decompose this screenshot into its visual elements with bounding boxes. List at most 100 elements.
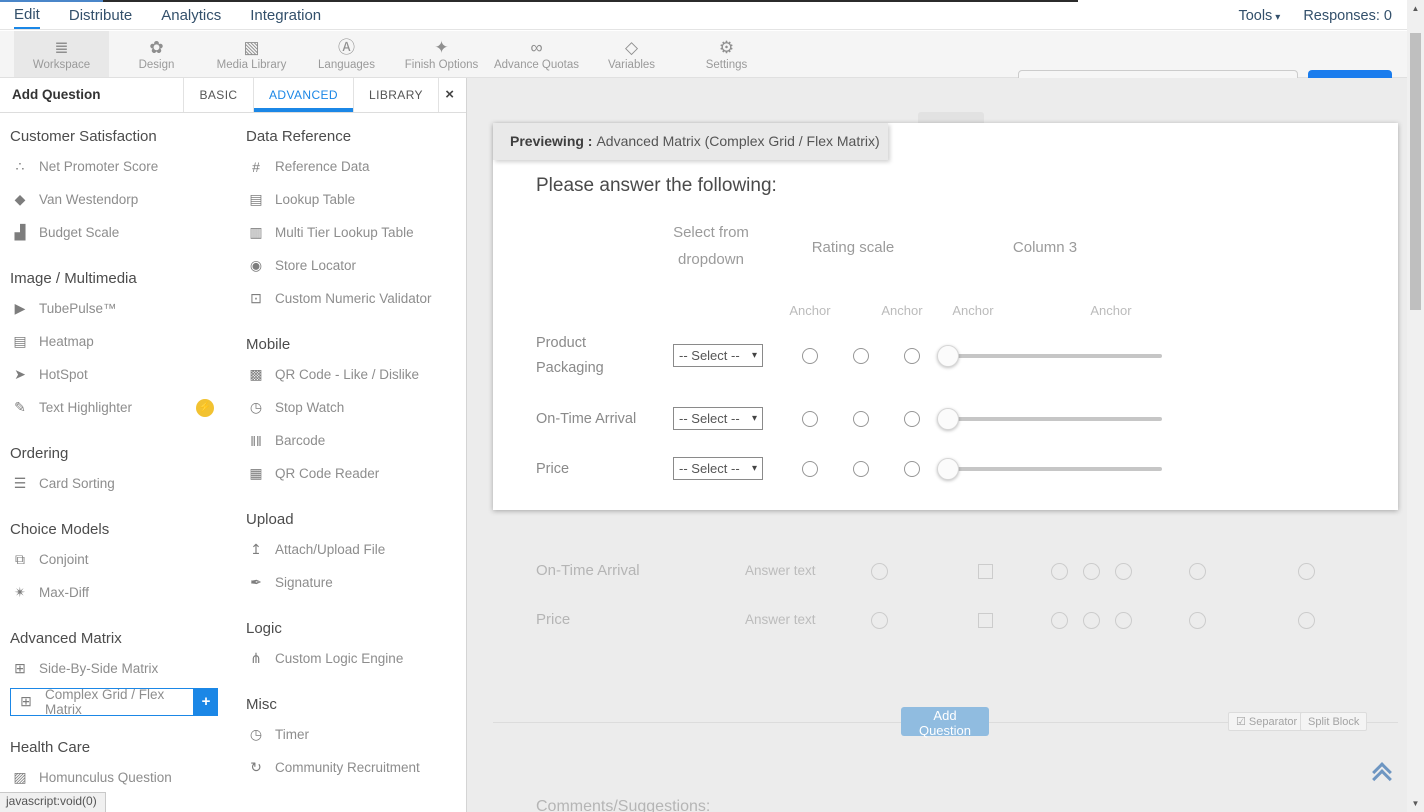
- section-heading: Choice Models: [10, 521, 238, 538]
- select-dropdown[interactable]: -- Select --▾: [673, 407, 763, 430]
- question-type-signature[interactable]: ✒Signature: [246, 574, 461, 591]
- scrollbar-up-arrow-icon[interactable]: ▲: [1407, 0, 1424, 17]
- nav-item-edit[interactable]: Edit: [14, 2, 40, 29]
- section-logic: Logic⋔Custom Logic Engine: [246, 620, 461, 675]
- select-dropdown[interactable]: -- Select --▾: [673, 344, 763, 367]
- nav-item-analytics[interactable]: Analytics: [161, 2, 221, 29]
- nav-item-integration[interactable]: Integration: [250, 2, 321, 29]
- question-type-multi-tier-lookup-table[interactable]: ▥Multi Tier Lookup Table: [246, 224, 461, 241]
- question-type-label: Complex Grid / Flex Matrix: [45, 687, 188, 717]
- radio-button[interactable]: [853, 411, 869, 427]
- panel-header: Add Question BASICADVANCEDLIBRARY ×: [0, 78, 466, 113]
- question-type-community-recruitment[interactable]: ↻Community Recruitment: [246, 759, 461, 776]
- question-type-max-diff[interactable]: ✴Max-Diff: [10, 584, 238, 601]
- add-question-type-button[interactable]: +: [194, 688, 218, 716]
- scrollbar-thumb[interactable]: [1410, 33, 1421, 310]
- toolbar-design-button[interactable]: ✿Design: [109, 31, 204, 77]
- slider-handle[interactable]: [937, 458, 959, 480]
- radio-button[interactable]: [802, 411, 818, 427]
- question-type-label: Side-By-Side Matrix: [39, 661, 158, 676]
- question-type-heatmap[interactable]: ▤Heatmap: [10, 333, 238, 350]
- radio-button[interactable]: [853, 461, 869, 477]
- slider-handle[interactable]: [937, 345, 959, 367]
- scrollbar-down-arrow-icon[interactable]: ▼: [1407, 795, 1424, 812]
- question-type-homunculus-question[interactable]: ▨Homunculus Question: [10, 769, 238, 786]
- previewing-value: Advanced Matrix (Complex Grid / Flex Mat…: [596, 133, 879, 149]
- separator-label: Separator: [1249, 716, 1297, 728]
- separator-toggle-button[interactable]: ☑ Separator: [1228, 712, 1305, 731]
- question-type-store-locator[interactable]: ◉Store Locator: [246, 257, 461, 274]
- tab-basic[interactable]: BASIC: [183, 78, 253, 112]
- responses-count[interactable]: Responses: 0: [1303, 8, 1392, 24]
- select-dropdown[interactable]: -- Select --▾: [673, 457, 763, 480]
- question-type-card-sorting[interactable]: ☰Card Sorting: [10, 475, 238, 492]
- nps-icon: ∴: [10, 158, 30, 175]
- vertical-scrollbar[interactable]: ▲ ▼: [1407, 0, 1424, 812]
- section-heading: Ordering: [10, 445, 238, 462]
- toolbar-advance-quotas-button[interactable]: ∞Advance Quotas: [489, 31, 584, 77]
- question-type-conjoint[interactable]: ⧉Conjoint: [10, 551, 238, 568]
- toolbar-settings-button[interactable]: ⚙Settings: [679, 31, 774, 77]
- anchor-label: Anchor: [775, 303, 845, 318]
- section-mobile: Mobile▩QR Code - Like / Dislike◷Stop Wat…: [246, 336, 461, 490]
- toolbar-workspace-button[interactable]: ≣Workspace: [14, 31, 109, 77]
- question-type-attach-upload-file[interactable]: ↥Attach/Upload File: [246, 541, 461, 558]
- question-type-qr-code-reader[interactable]: ▦QR Code Reader: [246, 465, 461, 482]
- question-type-label: Lookup Table: [275, 192, 355, 207]
- row-label: On-Time Arrival: [536, 394, 640, 444]
- question-type-label: Budget Scale: [39, 225, 119, 240]
- slider-track[interactable]: [938, 354, 1162, 358]
- matrix-row: On-Time Arrival -- Select --▾: [493, 394, 1398, 444]
- question-type-custom-logic-engine[interactable]: ⋔Custom Logic Engine: [246, 650, 461, 667]
- question-type-complex-grid-flex-matrix[interactable]: ⊞Complex Grid / Flex Matrix: [10, 688, 194, 716]
- nav-item-distribute[interactable]: Distribute: [69, 2, 132, 29]
- toolbar-media-library-button[interactable]: ▧Media Library: [204, 31, 299, 77]
- radio-button[interactable]: [802, 461, 818, 477]
- stop-watch-icon: ◷: [246, 399, 266, 416]
- radio-button[interactable]: [904, 461, 920, 477]
- question-type-custom-numeric-validator[interactable]: ⊡Custom Numeric Validator: [246, 290, 461, 307]
- toolbar-languages-button[interactable]: ⒶLanguages: [299, 31, 394, 77]
- tab-library[interactable]: LIBRARY: [353, 78, 439, 112]
- tools-label: Tools: [1238, 8, 1272, 24]
- radio-button[interactable]: [904, 411, 920, 427]
- barcode-icon: ‖‖: [246, 433, 266, 449]
- question-type-side-by-side-matrix[interactable]: ⊞ Side-By-Side Matrix: [10, 660, 238, 677]
- slider-track[interactable]: [938, 467, 1162, 471]
- side-by-side-matrix-icon: ⊞: [10, 660, 30, 677]
- tab-advanced[interactable]: ADVANCED: [253, 78, 353, 112]
- slider-track[interactable]: [938, 417, 1162, 421]
- radio-button[interactable]: [853, 348, 869, 364]
- radio-button: [1051, 563, 1068, 580]
- split-block-button[interactable]: Split Block: [1300, 712, 1367, 731]
- question-type-tubepulse[interactable]: ▶TubePulse™: [10, 300, 238, 317]
- homunculus-icon: ▨: [10, 769, 30, 786]
- item-row: ◷Timer: [246, 718, 461, 751]
- question-type-hotspot[interactable]: ➤HotSpot: [10, 366, 238, 383]
- question-type-text-highlighter[interactable]: ✎Text Highlighter⚡: [10, 399, 238, 417]
- question-type-van-westendorp[interactable]: ◆Van Westendorp: [10, 191, 238, 208]
- scroll-to-top-button[interactable]: [1372, 765, 1392, 787]
- question-type-net-promoter-score[interactable]: ∴ Net Promoter Score: [10, 158, 238, 175]
- toolbar-variables-button[interactable]: ◇Variables: [584, 31, 679, 77]
- toolbar-finish-options-button[interactable]: ✦Finish Options: [394, 31, 489, 77]
- question-type-budget-scale[interactable]: ▟Budget Scale: [10, 224, 238, 241]
- question-type-reference-data[interactable]: #Reference Data: [246, 159, 461, 175]
- section-ordering: Ordering ☰Card Sorting: [10, 445, 238, 500]
- question-type-label: Net Promoter Score: [39, 159, 158, 174]
- radio-button[interactable]: [802, 348, 818, 364]
- question-type-timer[interactable]: ◷Timer: [246, 726, 461, 743]
- radio-button[interactable]: [904, 348, 920, 364]
- question-type-qr-code-like-dislike[interactable]: ▩QR Code - Like / Dislike: [246, 366, 461, 383]
- question-type-lookup-table[interactable]: ▤Lookup Table: [246, 191, 461, 208]
- question-type-label: Card Sorting: [39, 476, 115, 491]
- add-question-button[interactable]: Add Question: [901, 707, 989, 736]
- close-panel-button[interactable]: ×: [445, 78, 454, 112]
- panel-column-2: Data Reference#Reference Data▤Lookup Tab…: [246, 112, 461, 812]
- question-type-stop-watch[interactable]: ◷Stop Watch: [246, 399, 461, 416]
- slider-handle[interactable]: [937, 408, 959, 430]
- tools-menu[interactable]: Tools▾: [1238, 8, 1280, 24]
- qr-reader-icon: ▦: [246, 465, 266, 482]
- select-value: -- Select --: [679, 411, 740, 426]
- question-type-barcode[interactable]: ‖‖Barcode: [246, 433, 461, 449]
